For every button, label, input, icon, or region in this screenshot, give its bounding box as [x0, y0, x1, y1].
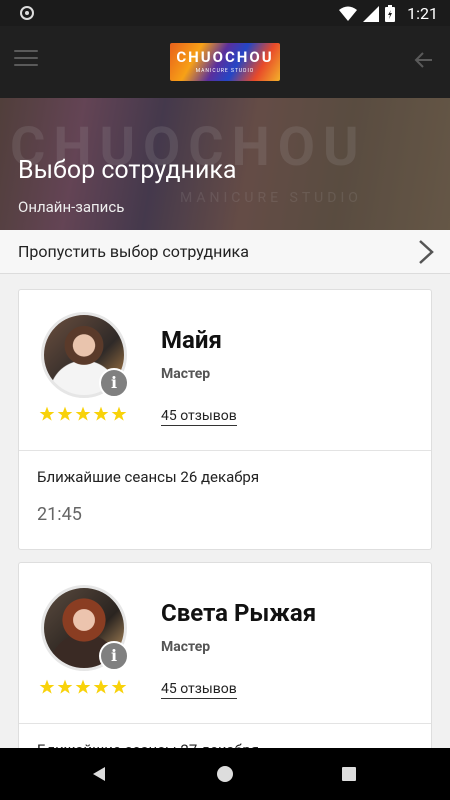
- app-bar: CHUOCHOU MANICURE STUDIO: [0, 26, 450, 98]
- employee-name: Майя: [161, 326, 222, 354]
- system-navigation-bar: [0, 748, 450, 800]
- reviews-link[interactable]: 45 отзывов: [161, 408, 237, 426]
- logo-text: CHUOCHOU: [176, 48, 274, 66]
- star-icon: [39, 406, 55, 421]
- wifi-icon: [339, 6, 358, 21]
- studio-logo: CHUOCHOU MANICURE STUDIO: [170, 43, 280, 81]
- battery-icon: [385, 5, 396, 22]
- skip-label: Пропустить выбор сотрудника: [18, 242, 249, 261]
- divider: [19, 450, 431, 451]
- star-icon: [57, 679, 73, 694]
- skip-employee-selection-row[interactable]: Пропустить выбор сотрудника: [0, 230, 450, 274]
- star-icon: [93, 406, 109, 421]
- star-icon: [75, 679, 91, 694]
- cellular-icon: [363, 5, 380, 22]
- star-icon: [75, 406, 91, 421]
- employee-card[interactable]: i Майя Мастер 45 отзывов Ближайшие сеанс…: [18, 289, 432, 550]
- star-icon: [111, 679, 127, 694]
- star-icon: [57, 406, 73, 421]
- rating-stars: [39, 679, 127, 695]
- notification-icon: [20, 6, 34, 20]
- logo-subtext: MANICURE STUDIO: [195, 68, 255, 74]
- page-subtitle: Онлайн-запись: [18, 198, 125, 216]
- employee-role: Мастер: [161, 639, 211, 655]
- reviews-link[interactable]: 45 отзывов: [161, 681, 237, 699]
- menu-icon[interactable]: [14, 50, 38, 70]
- time-slot[interactable]: 21:45: [37, 504, 82, 525]
- employee-role: Мастер: [161, 366, 211, 382]
- hero-header: CHUOCHOU MANICURE STUDIO Выбор сотрудник…: [0, 98, 450, 230]
- nav-back-icon[interactable]: [92, 766, 106, 782]
- star-icon: [93, 679, 109, 694]
- info-icon[interactable]: i: [99, 368, 129, 398]
- star-icon: [39, 679, 55, 694]
- page-title: Выбор сотрудника: [18, 156, 237, 185]
- status-bar: 1:21: [0, 0, 450, 26]
- nav-recents-icon[interactable]: [342, 767, 356, 781]
- rating-stars: [39, 406, 127, 422]
- star-icon: [111, 406, 127, 421]
- chevron-right-icon: [419, 240, 434, 264]
- info-icon[interactable]: i: [99, 641, 129, 671]
- nearest-sessions-label: Ближайшие сеансы 26 декабря: [37, 468, 260, 486]
- divider: [19, 723, 431, 724]
- employee-name: Света Рыжая: [161, 599, 317, 627]
- nav-home-icon[interactable]: [217, 766, 233, 782]
- back-arrow-icon[interactable]: [412, 48, 436, 72]
- status-time: 1:21: [407, 4, 438, 23]
